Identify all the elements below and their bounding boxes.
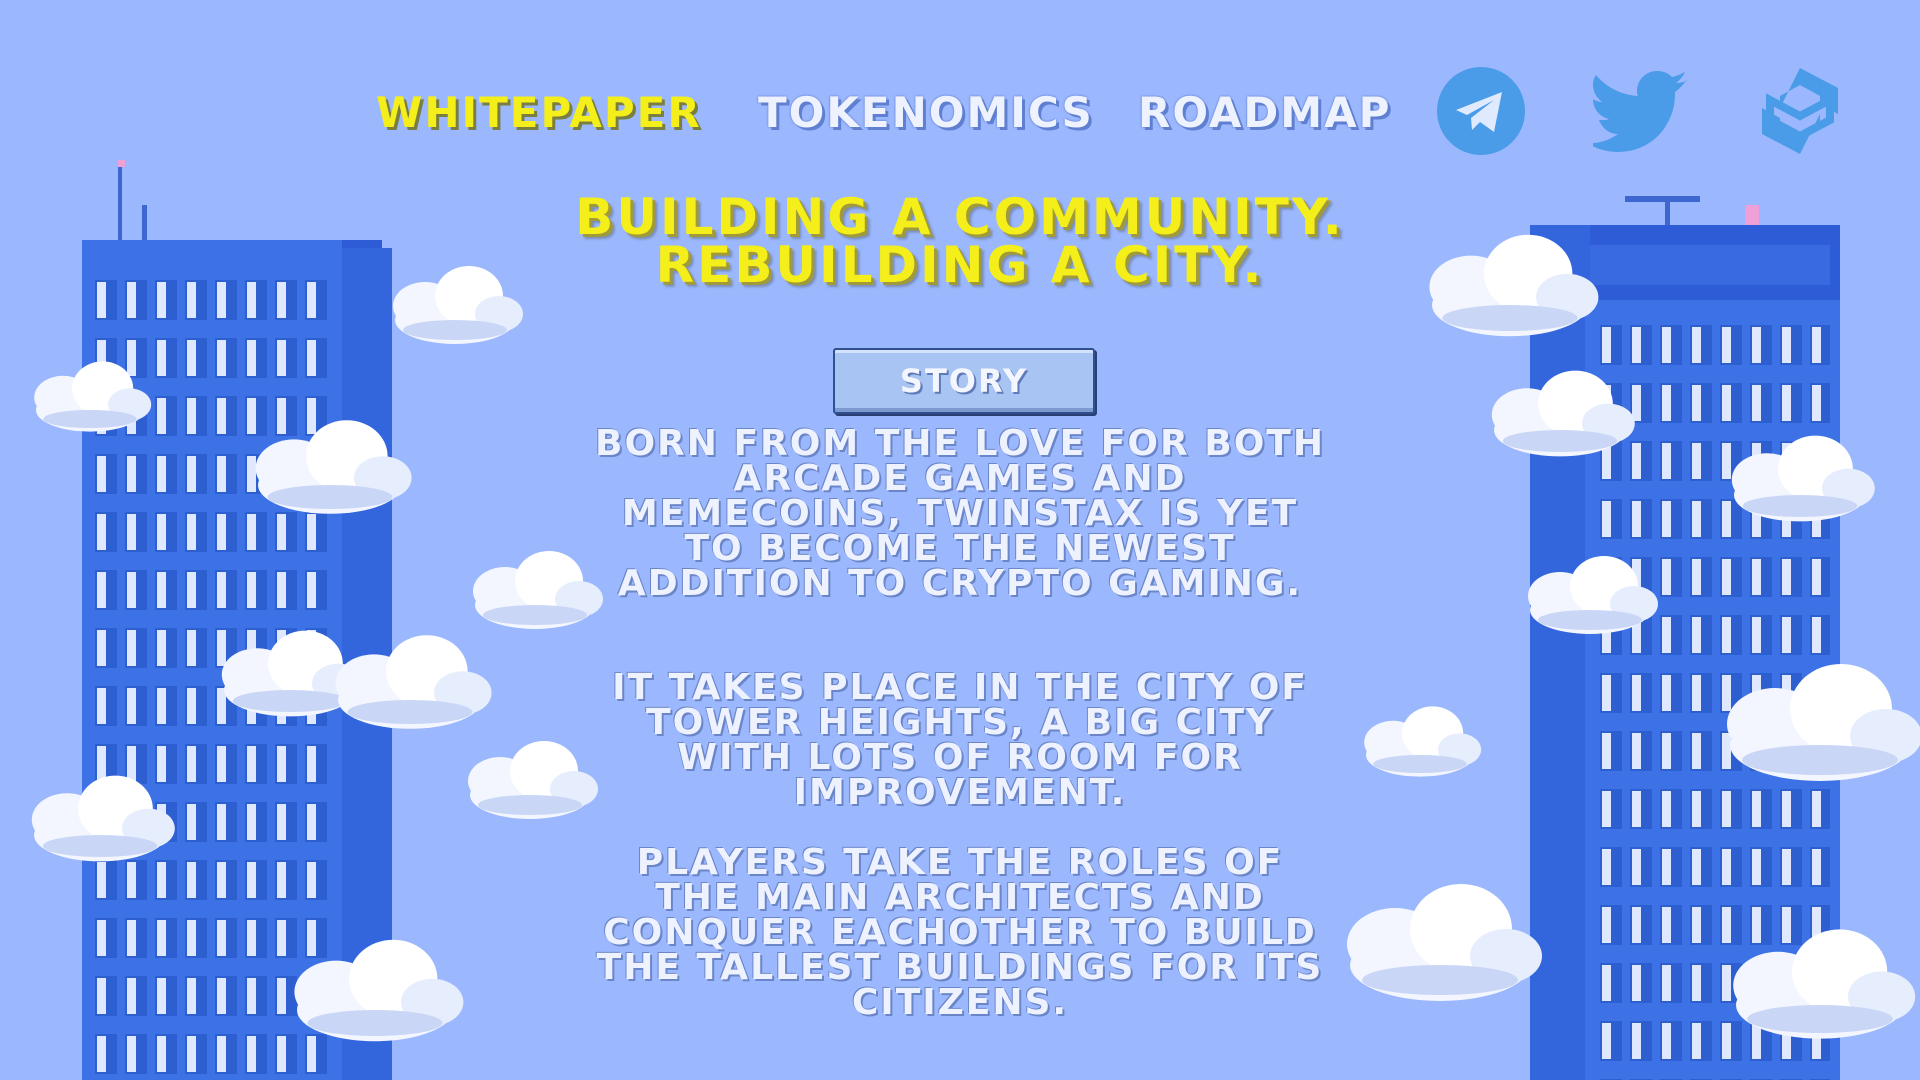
twitter-icon <box>1587 71 1688 152</box>
story-paragraph-3: PLAYERS TAKE THE ROLES OF THE MAIN ARCHI… <box>596 842 1324 1023</box>
story-button[interactable]: STORY <box>833 348 1095 414</box>
story-paragraph-2: IT TAKES PLACE IN THE CITY OF TOWER HEIG… <box>612 667 1308 813</box>
telegram-icon <box>1437 67 1525 155</box>
hero-title-line2: REBUILDING A CITY. <box>655 236 1265 294</box>
telegram-link[interactable] <box>1436 66 1526 156</box>
dextools-icon <box>1762 68 1838 154</box>
story-paragraph-1: BORN FROM THE LOVE FOR BOTH ARCADE GAMES… <box>595 423 1325 604</box>
twitter-link[interactable] <box>1587 66 1693 156</box>
nav-whitepaper-link[interactable]: WHITEPAPER <box>376 88 702 137</box>
top-nav: WHITEPAPER TOKENOMICS ROADMAP <box>0 0 1920 220</box>
nav-tokenomics-link[interactable]: TOKENOMICS <box>758 88 1094 137</box>
left-building <box>82 160 392 1080</box>
hero-title-line1: BUILDING A COMMUNITY. <box>575 188 1345 246</box>
hero-headline: BUILDING A COMMUNITY. REBUILDING A CITY. <box>460 188 1460 294</box>
right-building <box>1530 196 1840 1080</box>
nav-roadmap-link[interactable]: ROADMAP <box>1138 88 1391 137</box>
dextools-link[interactable] <box>1758 66 1842 156</box>
